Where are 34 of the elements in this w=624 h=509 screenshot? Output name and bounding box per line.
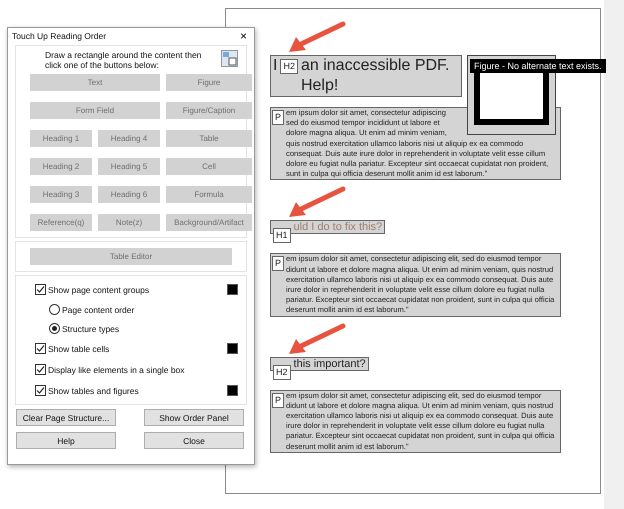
close-button[interactable]: × [236,28,250,42]
action-button[interactable]: Clear Page Structure... [16,409,116,426]
heading-text: uld I do to fix this? [294,221,382,234]
radio-button[interactable] [49,323,60,334]
heading-text: an inaccessible PDF. Help! [300,56,450,96]
option-label: Show tables and figures [48,386,140,396]
checkbox[interactable] [35,364,46,375]
color-swatch[interactable] [227,284,238,295]
option-label: Page content order [62,304,136,314]
instruction-text: Draw a rectangle around the content then click one of the buttons below: [45,50,202,70]
reading-order-icon [221,50,238,67]
action-button[interactable]: Close [144,432,244,449]
heading-text: this important? [294,358,366,370]
option-label: Structure types [62,324,120,334]
structure-tag: H1 [273,228,291,244]
color-swatch[interactable] [227,343,238,354]
structure-tag: P [272,110,284,125]
option-label: Show table cells [48,344,110,354]
structure-tag: H2 [280,59,298,74]
tooltip: Figure - No alternate text exists. [470,59,606,73]
action-button[interactable]: Help [16,432,116,449]
heading-text: I [273,56,278,76]
option-label: Display like elements in a single box [48,364,186,374]
structure-tag: H2 [273,364,291,380]
action-button[interactable]: Show Order Panel [144,409,244,426]
structure-tag: P [272,256,284,272]
checkbox[interactable] [35,385,46,396]
checkbox[interactable] [35,284,46,295]
checkbox[interactable] [35,343,46,354]
structure-tag: P [272,392,284,408]
color-swatch[interactable] [227,385,238,396]
window-title: Touch Up Reading Order [12,30,106,40]
radio-button[interactable] [49,304,60,315]
option-label: Show page content groups [48,284,150,294]
